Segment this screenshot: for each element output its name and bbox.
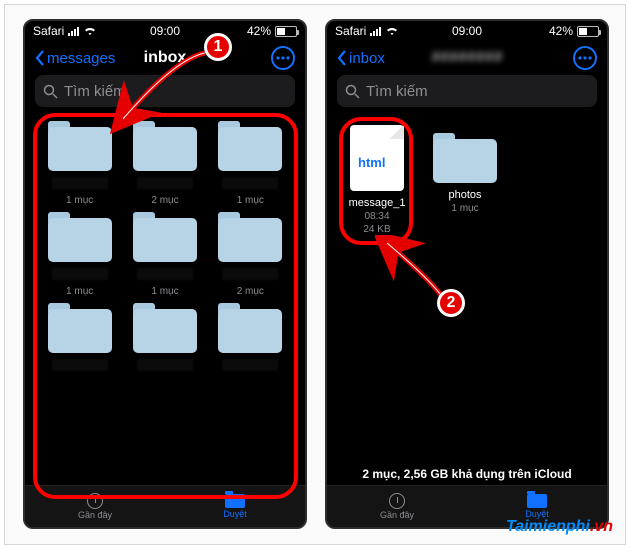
folder-item[interactable] (124, 303, 205, 377)
tab-bar: Gần đây Duyệt (25, 485, 305, 527)
folder-item[interactable] (39, 303, 120, 377)
file-item-html[interactable]: html message_1 08:34 24 KB (345, 125, 409, 235)
status-time: 09:00 (25, 24, 305, 38)
search-placeholder: Tìm kiếm (64, 83, 126, 100)
search-icon (43, 84, 58, 99)
folder-grid[interactable]: 1 mục 2 mục 1 mục 1 mục 1 mục 2 mục (25, 115, 305, 383)
ellipsis-icon (578, 56, 592, 60)
folder-item[interactable] (210, 303, 291, 377)
tab-recent[interactable]: Gần đây (25, 486, 165, 527)
folder-icon (225, 494, 245, 508)
callout-marker-2: 2 (437, 289, 465, 317)
tab-browse[interactable]: Duyệt (165, 486, 305, 527)
storage-text: 2 mục, 2,56 GB khả dụng trên iCloud (327, 467, 607, 481)
folder-item[interactable]: 1 mục (39, 212, 120, 297)
folder-icon (433, 133, 497, 183)
battery-icon (275, 26, 297, 37)
file-icon: html (350, 125, 404, 191)
search-icon (345, 84, 360, 99)
file-grid-area: html message_1 08:34 24 KB photos 1 mục (327, 115, 607, 485)
folder-meta: 1 mục (451, 203, 478, 214)
folder-grid-area: 1 mục 2 mục 1 mục 1 mục 1 mục 2 mục (25, 115, 305, 485)
status-bar: Safari 09:00 42% (25, 21, 305, 41)
back-label: messages (47, 50, 115, 67)
battery-icon (577, 26, 599, 37)
file-size: 24 KB (363, 224, 390, 235)
watermark: Taimienphi.vn (506, 518, 613, 536)
chevron-left-icon (337, 50, 347, 66)
search-field[interactable]: Tìm kiếm (35, 75, 295, 107)
nav-bar: inbox ######## (327, 41, 607, 75)
tutorial-canvas: Safari 09:00 42% messages inbox Tìm kiếm (4, 4, 626, 545)
file-time: 08:34 (364, 211, 389, 222)
folder-item[interactable]: 2 mục (210, 212, 291, 297)
clock-icon (87, 493, 103, 509)
nav-bar: messages inbox (25, 41, 305, 75)
folder-item[interactable]: 1 mục (39, 121, 120, 206)
file-grid: html message_1 08:34 24 KB photos 1 mục (327, 115, 607, 245)
file-name: message_1 (349, 197, 406, 209)
chevron-left-icon (35, 50, 45, 66)
more-button[interactable] (573, 46, 597, 70)
status-time: 09:00 (327, 24, 607, 38)
more-button[interactable] (271, 46, 295, 70)
folder-icon (527, 494, 547, 508)
folder-item[interactable]: 1 mục (124, 212, 205, 297)
back-button[interactable]: messages (35, 50, 115, 67)
search-placeholder: Tìm kiếm (366, 83, 428, 100)
phone-screenshot-2: Safari 09:00 42% inbox ######## Tìm kiếm (325, 19, 609, 529)
back-button[interactable]: inbox (337, 50, 385, 67)
callout-marker-1: 1 (204, 33, 232, 61)
folder-item[interactable]: 2 mục (124, 121, 205, 206)
clock-icon (389, 493, 405, 509)
back-label: inbox (349, 50, 385, 67)
tab-recent[interactable]: Gần đây (327, 486, 467, 527)
search-field[interactable]: Tìm kiếm (337, 75, 597, 107)
folder-item[interactable]: 1 mục (210, 121, 291, 206)
status-bar: Safari 09:00 42% (327, 21, 607, 41)
ellipsis-icon (276, 56, 290, 60)
folder-name: photos (448, 189, 481, 201)
phone-screenshot-1: Safari 09:00 42% messages inbox Tìm kiếm (23, 19, 307, 529)
folder-item-photos[interactable]: photos 1 mục (433, 125, 497, 235)
